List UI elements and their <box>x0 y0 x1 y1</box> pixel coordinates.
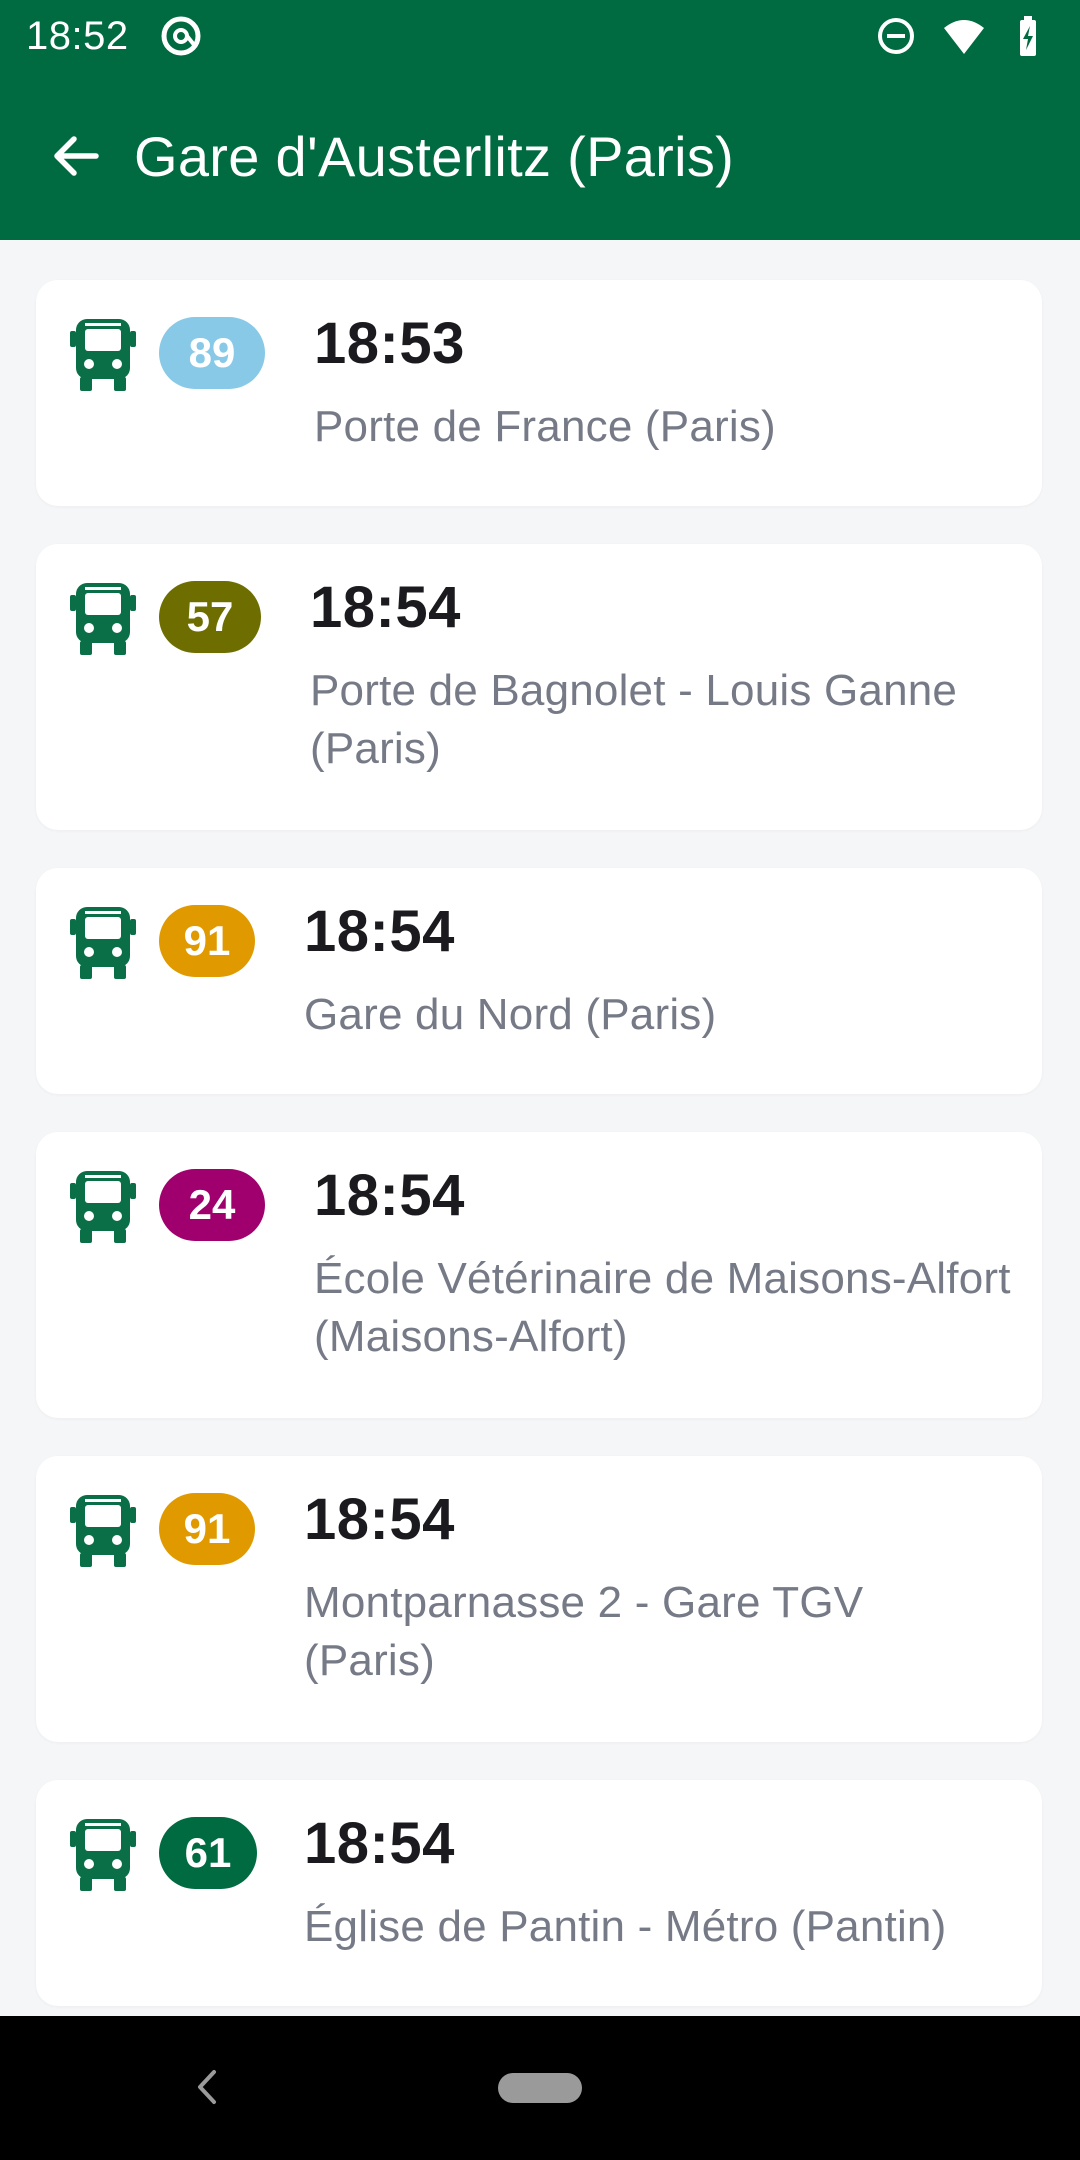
app-bar: Gare d'Austerlitz (Paris) <box>0 72 1080 240</box>
departure-destination: Porte de France (Paris) <box>314 402 776 451</box>
bus-icon <box>70 907 136 979</box>
line-badge: 24 <box>159 1169 265 1241</box>
back-button[interactable] <box>36 116 116 196</box>
bus-icon <box>70 1171 136 1243</box>
departure-time: 18:54 <box>310 575 461 640</box>
departure-card[interactable]: 61 18:54 Église de Pantin - Métro (Panti… <box>36 1780 1042 2006</box>
departure-time: 18:54 <box>304 1487 455 1552</box>
nav-home-pill[interactable] <box>498 2073 582 2103</box>
departure-destination: Porte de Bagnolet - Louis Ganne (Paris) <box>310 666 958 773</box>
departure-card[interactable]: 57 18:54 Porte de Bagnolet - Louis Ganne… <box>36 544 1042 830</box>
bus-icon <box>70 583 136 655</box>
departure-destination: Gare du Nord (Paris) <box>304 990 717 1039</box>
departure-time: 18:54 <box>314 1163 465 1228</box>
departure-card[interactable]: 91 18:54 Montparnasse 2 - Gare TGV (Pari… <box>36 1456 1042 1742</box>
line-badge: 61 <box>159 1817 257 1889</box>
line-badge: 91 <box>159 905 255 977</box>
departure-card[interactable]: 24 18:54 École Vétérinaire de Maisons-Al… <box>36 1132 1042 1418</box>
arrow-left-icon <box>54 136 99 176</box>
nav-back-icon[interactable] <box>182 2062 232 2112</box>
departure-card[interactable]: 89 18:53 Porte de France (Paris) <box>36 280 1042 506</box>
bus-icon <box>70 1819 136 1891</box>
departure-time: 18:54 <box>304 899 455 964</box>
bus-icon <box>70 319 136 391</box>
do-not-disturb-icon <box>878 18 914 54</box>
departure-destination: École Vétérinaire de Maisons-Alfort (Mai… <box>314 1254 1011 1361</box>
battery-charging-icon <box>1020 16 1036 56</box>
at-sign-icon <box>161 16 201 56</box>
departure-card[interactable]: 91 18:54 Gare du Nord (Paris) <box>36 868 1042 1094</box>
page-title: Gare d'Austerlitz (Paris) <box>134 124 735 188</box>
wifi-icon <box>944 20 984 54</box>
line-badge: 91 <box>159 1493 255 1565</box>
line-badge: 89 <box>159 317 265 389</box>
departure-time: 18:54 <box>304 1811 455 1876</box>
line-badge: 57 <box>159 581 261 653</box>
departure-destination: Église de Pantin - Métro (Pantin) <box>304 1902 947 1951</box>
status-bar: 18:52 <box>0 0 1080 72</box>
status-time: 18:52 <box>26 13 129 58</box>
departure-time: 18:53 <box>314 311 465 376</box>
departure-destination: Montparnasse 2 - Gare TGV (Paris) <box>304 1578 864 1685</box>
bus-icon <box>70 1495 136 1567</box>
